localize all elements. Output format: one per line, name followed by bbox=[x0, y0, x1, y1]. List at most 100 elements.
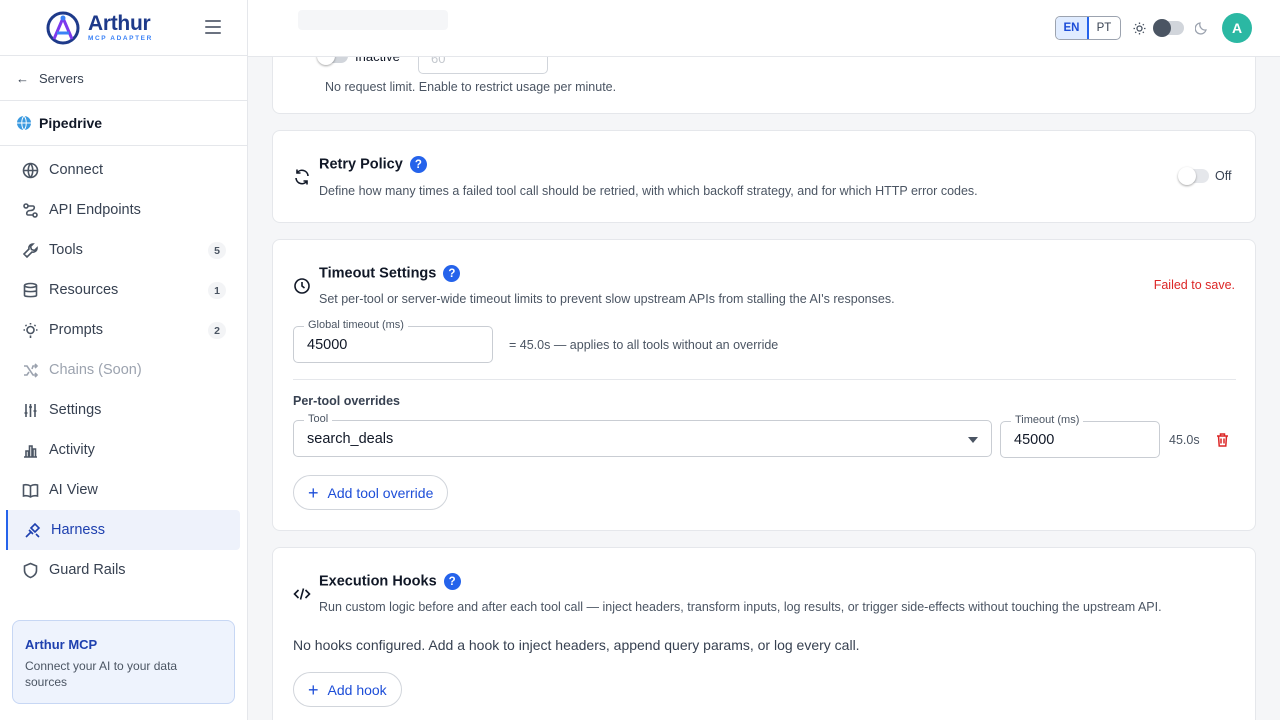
add-hook-button[interactable]: + Add hook bbox=[293, 672, 402, 707]
sidebar: Arthur MCP ADAPTER ← Servers Pipedrive C… bbox=[0, 0, 248, 720]
harness-icon bbox=[25, 522, 41, 538]
sidebar-item-api-endpoints[interactable]: API Endpoints bbox=[0, 190, 240, 230]
execution-hooks-description: Run custom logic before and after each t… bbox=[319, 600, 1162, 614]
server-name: Pipedrive bbox=[39, 115, 103, 131]
retry-policy-toggle[interactable] bbox=[1178, 167, 1209, 185]
sidebar-item-ai-view[interactable]: AI View bbox=[0, 470, 240, 510]
top-bar: EN PT A bbox=[248, 0, 1280, 57]
override-seconds: 45.0s bbox=[1169, 433, 1200, 447]
promo-text: Connect your AI to your data sources bbox=[25, 659, 178, 689]
execution-hooks-card: Execution Hooks? Run custom logic before… bbox=[272, 547, 1256, 720]
hamburger-menu-icon[interactable] bbox=[205, 20, 221, 34]
code-icon bbox=[293, 588, 311, 600]
shield-icon bbox=[23, 562, 38, 578]
sidebar-item-chains: Chains (Soon) bbox=[0, 350, 240, 390]
api-icon bbox=[23, 202, 38, 218]
sidebar-item-label: AI View bbox=[49, 482, 98, 498]
timeout-settings-description: Set per-tool or server-wide timeout limi… bbox=[319, 292, 895, 306]
sidebar-item-label: Settings bbox=[49, 402, 102, 418]
language-en-button[interactable]: EN bbox=[1056, 17, 1089, 39]
brand-name: Arthur bbox=[88, 11, 151, 35]
execution-hooks-title: Execution Hooks? bbox=[319, 573, 461, 590]
promo-title: Arthur MCP bbox=[25, 637, 98, 652]
retry-policy-card: Retry Policy? Define how many times a fa… bbox=[272, 130, 1256, 223]
retry-policy-title: Retry Policy? bbox=[319, 156, 427, 173]
sun-icon bbox=[1133, 22, 1146, 35]
sidebar-item-guard-rails[interactable]: Guard Rails bbox=[0, 550, 240, 590]
plus-icon: + bbox=[308, 679, 319, 700]
globe-icon bbox=[22, 162, 39, 178]
prompts-count-badge: 2 bbox=[208, 322, 226, 339]
tool-select-value: search_deals bbox=[307, 430, 394, 447]
add-tool-override-button[interactable]: + Add tool override bbox=[293, 475, 449, 510]
back-label: Servers bbox=[39, 70, 84, 86]
tool-select[interactable]: Tool search_deals bbox=[293, 413, 992, 457]
refresh-icon bbox=[295, 169, 309, 185]
book-icon bbox=[22, 483, 39, 498]
sidebar-item-label: Resources bbox=[49, 282, 119, 298]
moon-icon bbox=[1195, 22, 1207, 35]
language-switcher: EN PT bbox=[1055, 16, 1121, 40]
global-timeout-label: Global timeout (ms) bbox=[304, 319, 408, 331]
timeout-settings-card: Timeout Settings? Set per-tool or server… bbox=[272, 239, 1256, 531]
resources-count-badge: 1 bbox=[208, 282, 226, 299]
theme-toggle[interactable] bbox=[1153, 19, 1184, 37]
save-error-message: Failed to save. bbox=[1153, 278, 1235, 292]
retry-policy-toggle-label: Off bbox=[1215, 169, 1232, 183]
sidebar-item-harness[interactable]: Harness bbox=[6, 510, 240, 550]
help-icon[interactable]: ? bbox=[443, 573, 461, 590]
back-to-servers-link[interactable]: ← Servers bbox=[0, 56, 247, 101]
sidebar-item-label: Guard Rails bbox=[49, 562, 126, 578]
sidebar-item-prompts[interactable]: Prompts 2 bbox=[0, 310, 240, 350]
arthur-logo-icon bbox=[46, 11, 80, 44]
sidebar-item-settings[interactable]: Settings bbox=[0, 390, 240, 430]
sidebar-item-label: Chains (Soon) bbox=[49, 362, 142, 378]
server-name-row: Pipedrive bbox=[0, 101, 247, 146]
global-timeout-note: = 45.0s — applies to all tools without a… bbox=[509, 338, 779, 352]
caret-down-icon bbox=[968, 437, 978, 443]
per-tool-overrides-label: Per-tool overrides bbox=[293, 394, 400, 408]
add-tool-override-label: Add tool override bbox=[327, 484, 434, 501]
help-icon[interactable]: ? bbox=[409, 156, 427, 173]
global-timeout-input[interactable]: Global timeout (ms) 45000 bbox=[293, 319, 493, 363]
add-hook-label: Add hook bbox=[327, 681, 387, 698]
sidebar-item-label: Activity bbox=[49, 442, 95, 458]
sliders-icon bbox=[24, 403, 37, 417]
tools-count-badge: 5 bbox=[208, 242, 226, 259]
sidebar-item-resources[interactable]: Resources 1 bbox=[0, 270, 240, 310]
plus-icon: + bbox=[308, 482, 319, 503]
trash-icon[interactable] bbox=[1215, 432, 1230, 447]
sidebar-item-activity[interactable]: Activity bbox=[0, 430, 240, 470]
sidebar-item-tools[interactable]: Tools 5 bbox=[0, 230, 240, 270]
arrow-left-icon: ← bbox=[16, 70, 29, 86]
override-timeout-input[interactable]: Timeout (ms) 45000 bbox=[1000, 414, 1160, 458]
bar-chart-icon bbox=[24, 444, 37, 458]
no-hooks-message: No hooks configured. Add a hook to injec… bbox=[293, 637, 860, 653]
sidebar-nav: Connect API Endpoints Tools 5 Resources … bbox=[0, 146, 247, 590]
sidebar-item-label: Harness bbox=[51, 522, 105, 538]
override-timeout-label: Timeout (ms) bbox=[1011, 414, 1084, 426]
sidebar-item-label: Prompts bbox=[49, 322, 103, 338]
timeout-settings-title: Timeout Settings? bbox=[319, 265, 461, 282]
database-icon bbox=[23, 282, 38, 297]
clock-icon bbox=[294, 278, 310, 294]
rate-limit-hint: No request limit. Enable to restrict usa… bbox=[325, 80, 617, 94]
sidebar-item-connect[interactable]: Connect bbox=[0, 150, 240, 190]
help-icon[interactable]: ? bbox=[443, 265, 461, 282]
brand[interactable]: Arthur MCP ADAPTER bbox=[0, 0, 247, 56]
sidebar-item-label: API Endpoints bbox=[49, 202, 141, 218]
tool-select-label: Tool bbox=[304, 413, 333, 425]
shuffle-icon bbox=[24, 362, 39, 378]
language-pt-button[interactable]: PT bbox=[1088, 17, 1120, 39]
user-avatar[interactable]: A bbox=[1222, 13, 1252, 43]
retry-policy-description: Define how many times a failed tool call… bbox=[319, 184, 978, 198]
globe-icon bbox=[17, 115, 31, 131]
global-timeout-value: 45000 bbox=[307, 336, 348, 353]
lightbulb-icon bbox=[23, 322, 38, 338]
sidebar-item-label: Tools bbox=[49, 242, 83, 258]
promo-card: Arthur MCP Connect your AI to your data … bbox=[12, 620, 235, 704]
faded-header-placeholder bbox=[298, 10, 448, 30]
wrench-icon bbox=[22, 242, 38, 258]
divider bbox=[293, 379, 1236, 380]
brand-subtitle: MCP ADAPTER bbox=[88, 34, 153, 42]
